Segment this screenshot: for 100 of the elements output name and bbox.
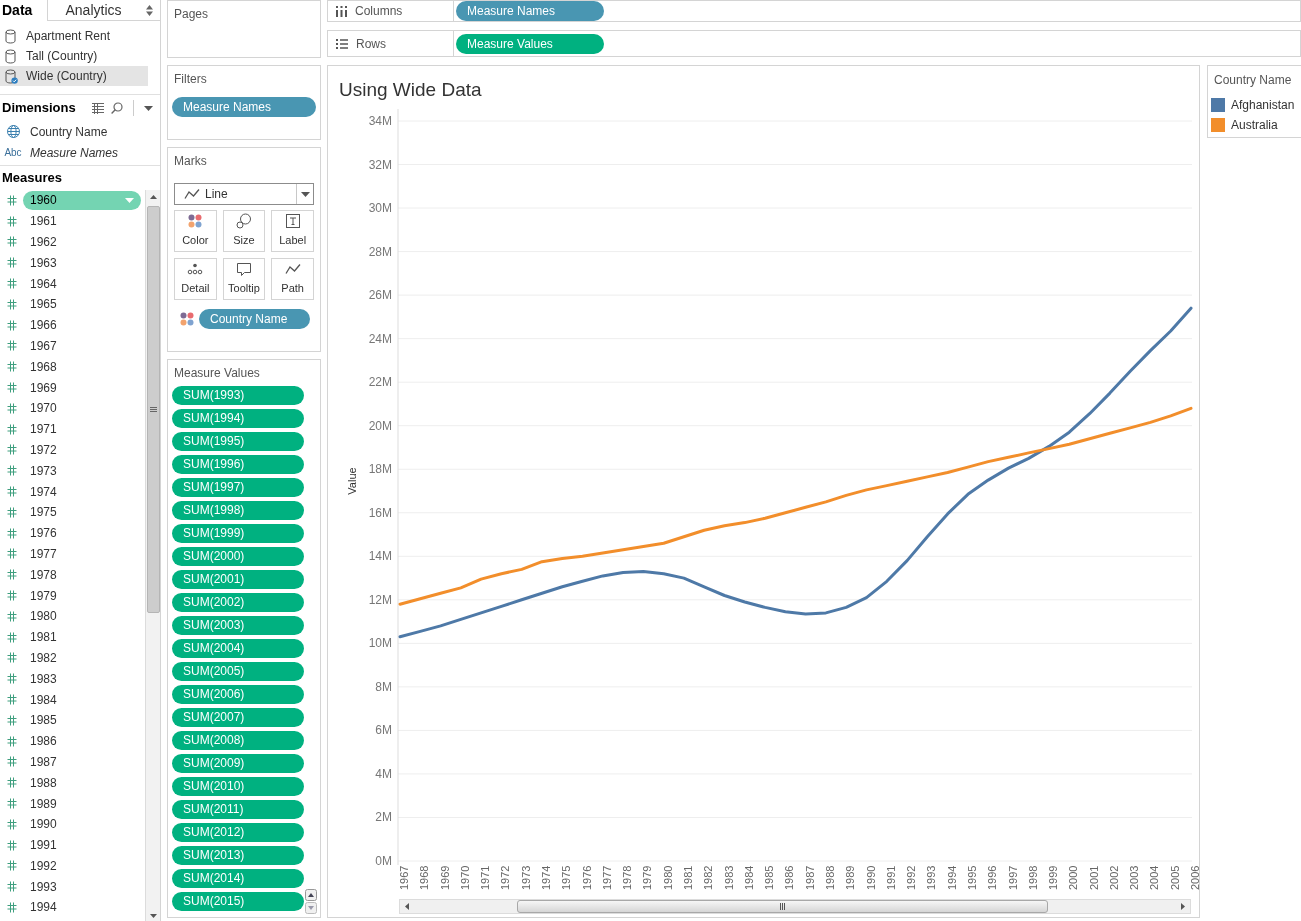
measure-field[interactable]: 1989 xyxy=(23,794,141,813)
measure-field[interactable]: 1979 xyxy=(23,586,141,606)
x-axis-label: 1973 xyxy=(519,865,532,890)
tab[interactable]: Analytics xyxy=(47,0,139,21)
x-axis-label: 1979 xyxy=(641,865,654,890)
x-axis-label: 1977 xyxy=(600,865,613,890)
measure-field[interactable]: 1994 xyxy=(23,898,141,917)
measure-field[interactable]: 1985 xyxy=(23,710,141,730)
list-view-icon[interactable] xyxy=(92,102,104,114)
mark-type-dropdown[interactable]: Line xyxy=(174,183,314,205)
measure-field[interactable]: 1961 xyxy=(23,211,141,231)
caret-down-icon xyxy=(125,197,134,203)
card-title: Marks xyxy=(174,154,207,168)
hash-icon xyxy=(7,236,17,248)
measure-field[interactable]: 1990 xyxy=(23,814,141,834)
measure-field[interactable]: 1975 xyxy=(23,502,141,522)
search-icon[interactable] xyxy=(111,102,123,114)
up-down-caret-icon[interactable] xyxy=(146,4,153,16)
measure-field[interactable]: 1983 xyxy=(23,669,141,689)
hash-icon xyxy=(7,631,17,643)
hash-icon xyxy=(7,486,17,498)
measure-field[interactable]: 1987 xyxy=(23,752,141,772)
measure-field[interactable]: 1974 xyxy=(23,482,141,502)
list-icon xyxy=(336,38,348,49)
dimension-field[interactable]: Country Name xyxy=(30,122,108,141)
vertical-scrollbar[interactable] xyxy=(145,190,160,921)
hash-icon xyxy=(7,610,17,622)
text-box-icon xyxy=(285,214,300,229)
scrollbar-thumb[interactable] xyxy=(146,206,160,613)
globe-icon xyxy=(6,125,20,138)
y-axis-label: 10M xyxy=(368,636,392,651)
label-button[interactable]: Label xyxy=(271,210,314,252)
size-button[interactable]: Size xyxy=(222,210,266,252)
hash-icon xyxy=(7,194,17,206)
data-source-item[interactable]: Wide (Country) xyxy=(0,66,148,86)
measure-field[interactable]: 1966 xyxy=(23,315,141,335)
measure-field[interactable]: 1991 xyxy=(23,835,141,855)
measure-field[interactable]: 1960 xyxy=(23,190,141,210)
card-title: Filters xyxy=(174,72,207,86)
measure-field[interactable]: 1965 xyxy=(23,294,141,314)
y-axis-label: 20M xyxy=(368,418,392,433)
x-axis-label: 1985 xyxy=(763,865,776,890)
measure-field[interactable]: 1984 xyxy=(23,690,141,709)
measure-field[interactable]: 1964 xyxy=(23,274,141,294)
horizontal-scrollbar[interactable] xyxy=(399,899,1191,914)
detail-button[interactable]: Detail xyxy=(174,258,217,300)
x-axis-label: 1984 xyxy=(742,865,755,890)
measure-field[interactable]: 1988 xyxy=(23,773,141,793)
measure-field[interactable]: 1980 xyxy=(23,606,141,626)
x-axis-label: 1982 xyxy=(702,865,715,890)
measure-field[interactable]: 1978 xyxy=(23,565,141,585)
measure-field[interactable]: 1977 xyxy=(23,544,141,564)
caret-down-icon xyxy=(300,191,310,197)
measure-field[interactable]: 1972 xyxy=(23,440,141,460)
measure-field[interactable]: 1968 xyxy=(23,357,141,377)
scroll-up-icon[interactable] xyxy=(305,889,317,901)
measure-field[interactable]: 1962 xyxy=(23,232,141,252)
x-axis-label: 1983 xyxy=(722,865,735,890)
legend-title: Country Name xyxy=(1214,73,1292,87)
measure-field[interactable]: 1981 xyxy=(23,627,141,647)
x-axis-label: 1967 xyxy=(398,865,410,890)
hash-icon xyxy=(7,569,17,581)
measure-field[interactable]: 1969 xyxy=(23,378,141,398)
measure-field[interactable]: 1970 xyxy=(23,398,141,418)
scroll-right-icon[interactable] xyxy=(1181,903,1185,910)
hash-icon xyxy=(7,382,17,394)
measure-field[interactable]: 1976 xyxy=(23,523,141,543)
y-axis-label: 30M xyxy=(368,201,392,216)
data-source-item[interactable]: Apartment Rent xyxy=(0,26,148,46)
database-icon xyxy=(5,48,18,64)
measure-field[interactable]: 1992 xyxy=(23,856,141,876)
measure-field[interactable]: 1971 xyxy=(23,419,141,439)
dimension-field[interactable]: Measure Names xyxy=(30,143,119,162)
y-axis-label: 32M xyxy=(368,157,392,172)
zigzag-icon xyxy=(284,263,301,276)
hash-icon xyxy=(7,818,17,830)
measure-field[interactable]: 1967 xyxy=(23,336,141,356)
caret-down-icon[interactable] xyxy=(144,105,153,111)
x-axis-label: 2002 xyxy=(1107,865,1120,890)
zigzag-icon xyxy=(184,188,200,200)
hash-icon xyxy=(7,839,17,851)
x-axis-label: 1999 xyxy=(1047,865,1059,890)
tooltip-button[interactable]: Tooltip xyxy=(222,258,266,300)
scroll-left-icon[interactable] xyxy=(405,903,409,910)
grip-icon xyxy=(149,407,157,412)
hash-icon xyxy=(7,298,17,310)
color-button[interactable]: Color xyxy=(174,210,217,252)
measure-field[interactable]: 1993 xyxy=(23,877,141,897)
data-source-item[interactable]: Tall (Country) xyxy=(0,46,148,66)
color-dots-icon xyxy=(180,312,194,326)
measure-field[interactable]: 1982 xyxy=(23,648,141,668)
scroll-up-icon[interactable] xyxy=(149,195,157,199)
hash-icon xyxy=(7,527,17,539)
scrollbar-thumb[interactable] xyxy=(517,900,1048,913)
measure-field[interactable]: 1986 xyxy=(23,731,141,751)
scroll-down-icon[interactable] xyxy=(149,914,157,918)
measure-field[interactable]: 1973 xyxy=(23,461,141,481)
path-button[interactable]: Path xyxy=(271,258,314,300)
x-axis-label: 1980 xyxy=(661,865,674,890)
measure-field[interactable]: 1963 xyxy=(23,253,141,273)
